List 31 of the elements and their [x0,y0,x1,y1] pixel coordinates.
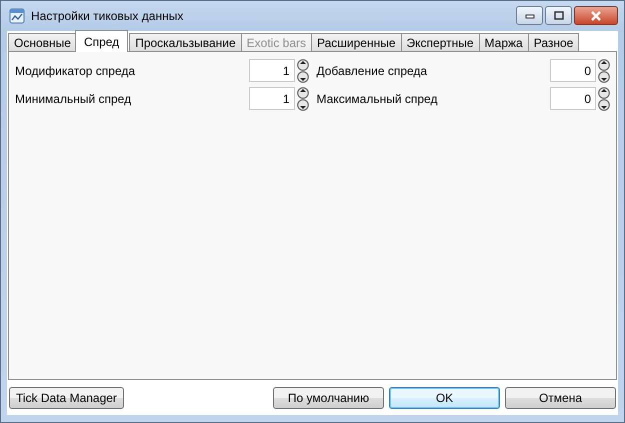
tab[interactable]: Расширенные [311,33,402,52]
spin-buttons[interactable] [296,58,308,82]
field-label: Минимальный спред [15,92,132,106]
tab[interactable]: Проскальзывание [129,33,242,52]
field-label: Добавление спреда [316,64,428,78]
window-title: Настройки тиковых данных [31,9,184,23]
tab[interactable]: Экспертные [400,33,480,52]
chart-window-icon [9,8,25,24]
dialog-button[interactable]: Отмена [505,387,616,409]
dialog-button[interactable]: По умолчанию [273,387,384,409]
number-field[interactable]: 1 [248,87,294,110]
close-button[interactable] [574,6,618,25]
tab[interactable]: Основные [8,33,77,52]
close-icon [590,10,602,20]
tick-data-manager-button[interactable]: Tick Data Manager [9,387,124,409]
minimize-icon [524,12,534,18]
tab[interactable]: Маржа [478,33,529,52]
spin-buttons[interactable] [296,86,308,110]
spin-buttons[interactable] [598,58,610,82]
maximize-button[interactable] [545,6,572,25]
number-field[interactable]: 1 [248,59,294,82]
maximize-icon [554,11,564,20]
tab[interactable]: Разное [528,33,580,52]
field-label: Модификатор спреда [15,64,136,78]
field-label: Максимальный спред [316,92,438,106]
dialog-button[interactable]: OK [389,387,500,409]
number-field[interactable]: 0 [550,87,596,110]
number-field[interactable]: 0 [550,59,596,82]
spin-buttons[interactable] [598,86,610,110]
minimize-button[interactable] [516,6,543,25]
tab[interactable]: Спред [74,30,128,52]
